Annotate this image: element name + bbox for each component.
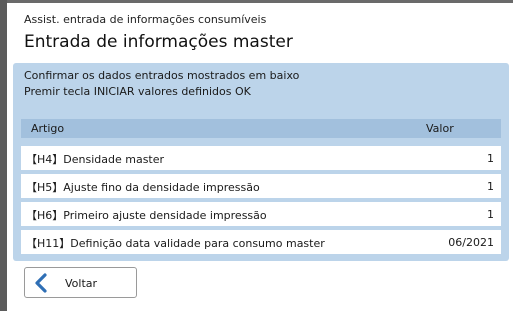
- table-row: 【H11】Definição data validade para consum…: [21, 230, 501, 254]
- table-header: Artigo Valor: [21, 119, 501, 138]
- instruction-line-1: Confirmar os dados entrados mostrados em…: [24, 69, 300, 82]
- row-code: 【H4】: [26, 153, 64, 166]
- page-title: Entrada de informações master: [24, 32, 293, 52]
- left-edge: [0, 0, 7, 311]
- row-label: Ajuste fino da densidade impressão: [63, 181, 260, 194]
- column-header-value: Valor: [426, 122, 454, 135]
- row-label-cell: 【H5】Ajuste fino da densidade impressão: [26, 179, 260, 195]
- chevron-left-icon: [33, 273, 49, 293]
- top-edge: [0, 0, 513, 3]
- row-code: 【H5】: [26, 181, 64, 194]
- row-label: Densidade master: [63, 153, 165, 166]
- row-label: Primeiro ajuste densidade impressão: [63, 209, 267, 222]
- table-row: 【H4】Densidade master 1: [21, 146, 501, 170]
- row-code: 【H6】: [26, 209, 64, 222]
- table-row: 【H5】Ajuste fino da densidade impressão 1: [21, 174, 501, 198]
- back-button[interactable]: Voltar: [24, 267, 137, 298]
- table-row: 【H6】Primeiro ajuste densidade impressão …: [21, 202, 501, 226]
- back-button-label: Voltar: [65, 277, 98, 290]
- row-label-cell: 【H4】Densidade master: [26, 151, 164, 167]
- screen: Assist. entrada de informações consumíve…: [0, 0, 513, 311]
- row-label-cell: 【H6】Primeiro ajuste densidade impressão: [26, 207, 267, 223]
- row-value: 1: [487, 152, 494, 165]
- row-value: 06/2021: [448, 236, 494, 249]
- instruction-line-2: Premir tecla INICIAR valores definidos O…: [24, 85, 251, 98]
- row-label-cell: 【H11】Definição data validade para consum…: [26, 235, 325, 251]
- row-code: 【H11】: [26, 237, 71, 250]
- row-label: Definição data validade para consumo mas…: [70, 237, 325, 250]
- page-subtitle: Assist. entrada de informações consumíve…: [24, 13, 267, 26]
- row-value: 1: [487, 208, 494, 221]
- column-header-item: Artigo: [31, 122, 65, 135]
- row-value: 1: [487, 180, 494, 193]
